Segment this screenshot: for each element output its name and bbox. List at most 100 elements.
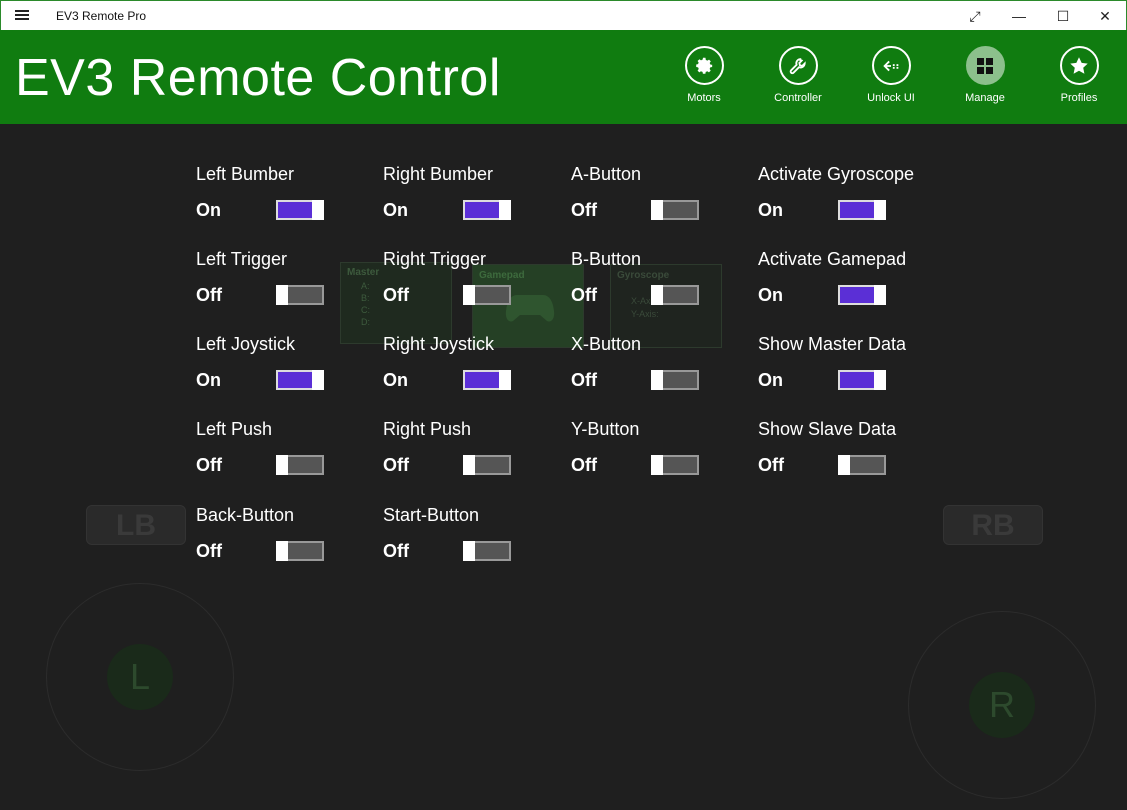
toggle-a-button[interactable] <box>651 200 699 220</box>
toggle-left-bumber[interactable] <box>276 200 324 220</box>
setting-state: Off <box>571 370 597 390</box>
setting-label: Left Joystick <box>196 334 296 354</box>
toggle-activate-gyroscope[interactable] <box>838 200 886 220</box>
setting-label: Back-Button <box>196 505 295 525</box>
setting-label: Y-Button <box>571 419 640 439</box>
toggle-thumb <box>276 455 288 475</box>
setting-label: Right Trigger <box>383 249 487 269</box>
setting-label: Left Trigger <box>196 249 288 269</box>
setting-state: Off <box>196 541 222 561</box>
toggle-thumb <box>651 285 663 305</box>
lb-button[interactable]: LB <box>86 505 186 545</box>
toggle-right-bumber[interactable] <box>463 200 511 220</box>
setting-b-button: B-Button Off <box>571 249 751 319</box>
left-joystick-knob[interactable]: L <box>107 644 173 710</box>
setting-state: Off <box>571 455 597 475</box>
setting-label: Activate Gyroscope <box>758 164 915 184</box>
toggle-thumb <box>651 455 663 475</box>
setting-label: Activate Gamepad <box>758 249 907 269</box>
toggle-thumb <box>499 200 511 220</box>
right-joystick-area[interactable]: R <box>908 611 1096 799</box>
toggle-left-trigger[interactable] <box>276 285 324 305</box>
toggle-thumb <box>651 200 663 220</box>
toggle-left-push[interactable] <box>276 455 324 475</box>
setting-label: B-Button <box>571 249 642 269</box>
toggle-activate-gamepad[interactable] <box>838 285 886 305</box>
setting-activate-gamepad: Activate Gamepad On <box>758 249 938 319</box>
toggle-right-joystick[interactable] <box>463 370 511 390</box>
setting-label: X-Button <box>571 334 642 354</box>
toggle-right-push[interactable] <box>463 455 511 475</box>
toggle-thumb <box>838 455 850 475</box>
nav-unlock-ui[interactable]: Unlock UI <box>851 46 931 112</box>
setting-a-button: A-Button Off <box>571 164 751 234</box>
setting-back-button: Back-Button Off <box>196 505 376 575</box>
toggle-thumb <box>463 455 475 475</box>
nav-label: Manage <box>965 92 1005 104</box>
setting-state: On <box>196 200 221 220</box>
nav-label: Unlock UI <box>867 92 915 104</box>
nav-label: Controller <box>774 92 822 104</box>
toggle-thumb <box>463 541 475 561</box>
setting-right-bumber: Right Bumber On <box>383 164 563 234</box>
close-button[interactable]: ✕ <box>1082 1 1127 31</box>
toggle-thumb <box>312 370 324 390</box>
nav-label: Profiles <box>1060 92 1098 104</box>
toggle-thumb <box>874 370 886 390</box>
hamburger-menu-icon[interactable] <box>15 8 31 22</box>
toggle-x-button[interactable] <box>651 370 699 390</box>
left-joystick-area[interactable]: L <box>46 583 234 771</box>
setting-left-bumber: Left Bumber On <box>196 164 376 234</box>
setting-left-joystick: Left Joystick On <box>196 334 376 404</box>
toggle-y-button[interactable] <box>651 455 699 475</box>
wrench-icon <box>778 46 818 85</box>
setting-right-push: Right Push Off <box>383 419 563 489</box>
right-joystick-knob[interactable]: R <box>969 672 1035 738</box>
setting-label: Right Bumber <box>383 164 494 184</box>
window-titlebar: EV3 Remote Pro ⤢ — ☐ ✕ <box>0 0 1127 30</box>
setting-state: Off <box>383 285 409 305</box>
nav-manage[interactable]: Manage <box>945 46 1025 112</box>
maximize-button[interactable]: ☐ <box>1040 1 1086 31</box>
toggle-thumb <box>276 541 288 561</box>
nav-controller[interactable]: Controller <box>758 46 838 112</box>
toggle-start-button[interactable] <box>463 541 511 561</box>
toggle-show-master-data[interactable] <box>838 370 886 390</box>
setting-y-button: Y-Button Off <box>571 419 751 489</box>
setting-state: Off <box>383 455 409 475</box>
setting-label: Show Slave Data <box>758 419 897 439</box>
setting-x-button: X-Button Off <box>571 334 751 404</box>
setting-state: On <box>758 200 783 220</box>
toggle-thumb <box>312 200 324 220</box>
star-icon <box>1059 46 1099 85</box>
setting-label: Show Master Data <box>758 334 907 354</box>
toggle-thumb <box>651 370 663 390</box>
app-header: EV3 Remote Control Motors Controller Unl… <box>0 30 1127 124</box>
gear-icon <box>684 46 724 85</box>
minimize-button[interactable]: — <box>996 1 1042 31</box>
toggle-thumb <box>463 285 475 305</box>
nav-profiles[interactable]: Profiles <box>1039 46 1119 112</box>
nav-motors[interactable]: Motors <box>664 46 744 112</box>
setting-right-joystick: Right Joystick On <box>383 334 563 404</box>
toggle-thumb <box>874 200 886 220</box>
toggle-thumb <box>276 285 288 305</box>
setting-state: Off <box>758 455 784 475</box>
setting-label: Left Bumber <box>196 164 295 184</box>
grid-icon <box>965 46 1005 85</box>
setting-start-button: Start-Button Off <box>383 505 563 575</box>
toggle-b-button[interactable] <box>651 285 699 305</box>
page-title: EV3 Remote Control <box>15 49 501 107</box>
setting-state: Off <box>571 285 597 305</box>
toggle-right-trigger[interactable] <box>463 285 511 305</box>
toggle-left-joystick[interactable] <box>276 370 324 390</box>
rb-button[interactable]: RB <box>943 505 1043 545</box>
fullscreen-button[interactable]: ⤢ <box>952 1 998 31</box>
setting-state: On <box>383 370 408 390</box>
toggle-thumb <box>874 285 886 305</box>
setting-label: Left Push <box>196 419 273 439</box>
toggle-show-slave-data[interactable] <box>838 455 886 475</box>
setting-state: Off <box>196 455 222 475</box>
toggle-back-button[interactable] <box>276 541 324 561</box>
unlock-ui-icon <box>871 46 911 85</box>
